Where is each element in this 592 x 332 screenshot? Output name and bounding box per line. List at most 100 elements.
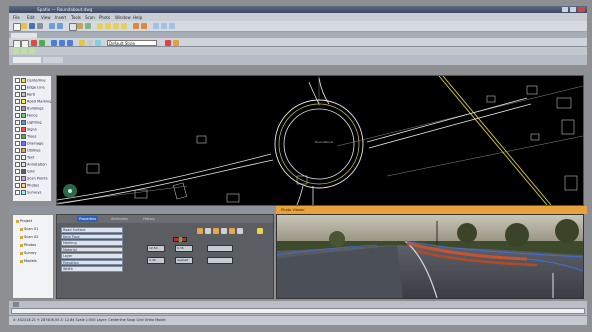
tree-item[interactable]: Models <box>20 259 37 263</box>
maximize-icon[interactable] <box>570 7 576 12</box>
prop-tool-4-icon[interactable] <box>221 228 227 234</box>
property-row[interactable]: Kerb Type <box>61 233 123 239</box>
layer-color-swatch[interactable] <box>21 113 26 118</box>
pan-icon[interactable] <box>77 23 83 29</box>
prop-tool-1-icon[interactable] <box>197 228 203 234</box>
property-field-1[interactable]: 12.50 <box>147 245 165 252</box>
snap-icon[interactable] <box>51 40 57 46</box>
photo-icon[interactable] <box>169 23 175 29</box>
prop-tool-5-icon[interactable] <box>229 228 235 234</box>
property-row[interactable]: Width <box>61 266 123 272</box>
layer-color-swatch[interactable] <box>21 85 26 90</box>
layer-row[interactable]: Edge Line <box>15 85 51 90</box>
close-icon[interactable] <box>578 7 585 12</box>
layer-color-swatch[interactable] <box>21 162 26 167</box>
layer-row[interactable]: Road Markings <box>15 99 51 104</box>
layer-toggle-icon[interactable] <box>79 40 85 46</box>
property-row[interactable]: Road Surface <box>61 227 123 233</box>
open-icon[interactable] <box>21 23 27 29</box>
layer-visibility-checkbox[interactable] <box>15 169 20 174</box>
text-tool-icon[interactable] <box>133 23 139 29</box>
layer-color-swatch[interactable] <box>21 78 26 83</box>
layer-color-swatch[interactable] <box>21 176 26 181</box>
layer-color-swatch[interactable] <box>21 92 26 97</box>
layer-visibility-checkbox[interactable] <box>15 148 20 153</box>
tab-model[interactable] <box>13 57 41 63</box>
property-row[interactable]: Marking <box>61 240 123 246</box>
menu-item-help[interactable]: Help <box>133 15 142 20</box>
flag-icon[interactable] <box>165 40 171 46</box>
property-field-4[interactable]: Asphalt <box>175 257 193 264</box>
property-field-3[interactable]: 2.40 <box>147 257 165 264</box>
tree-item[interactable]: Photos <box>20 243 36 247</box>
menu-item-file[interactable]: File <box>13 15 20 20</box>
layer-visibility-checkbox[interactable] <box>15 99 20 104</box>
layer-row[interactable]: Fence <box>15 113 51 118</box>
layer-color-swatch[interactable] <box>21 127 26 132</box>
tree-item[interactable]: Project <box>16 219 32 223</box>
layer-color-swatch[interactable] <box>21 183 26 188</box>
select-icon[interactable] <box>69 23 77 31</box>
layer-row[interactable]: Grid <box>15 169 51 174</box>
layer-row[interactable]: Utilities <box>15 148 51 153</box>
layer-visibility-checkbox[interactable] <box>15 162 20 167</box>
layer-visibility-checkbox[interactable] <box>15 127 20 132</box>
menu-item-photo[interactable]: Photo <box>99 15 110 20</box>
new-icon[interactable] <box>13 23 21 31</box>
layer-row[interactable]: Centerline <box>15 78 51 83</box>
layer-row[interactable]: Photos <box>15 183 51 188</box>
zoom-icon[interactable] <box>85 23 91 29</box>
tab-attributes[interactable]: Attributes <box>109 216 130 222</box>
layer-visibility-checkbox[interactable] <box>15 85 20 90</box>
layer-row[interactable]: Scan Points <box>15 176 51 181</box>
prop-tool-6-icon[interactable] <box>237 228 243 234</box>
arc-tool-icon[interactable] <box>113 23 119 29</box>
layer-row[interactable]: Drainage <box>15 141 51 146</box>
layer-color-swatch[interactable] <box>21 190 26 195</box>
layer-row[interactable]: Signs <box>15 127 51 132</box>
layer-row[interactable]: Kerb <box>15 92 51 97</box>
grid-icon[interactable] <box>59 40 65 46</box>
prop-tool-3-icon[interactable] <box>213 228 219 234</box>
layer-color-swatch[interactable] <box>21 169 26 174</box>
fill-icon[interactable] <box>39 40 45 46</box>
layer-visibility-checkbox[interactable] <box>15 106 20 111</box>
layer-color-swatch[interactable] <box>21 155 26 160</box>
lock-icon[interactable] <box>87 40 93 46</box>
layer-row[interactable]: Trees <box>15 134 51 139</box>
view-front-icon[interactable] <box>21 48 27 54</box>
property-field-2[interactable]: 0.35 <box>175 245 193 252</box>
prop-tool-2-icon[interactable] <box>205 228 211 234</box>
tab-layout[interactable] <box>43 57 63 63</box>
view-top-icon[interactable] <box>13 48 19 54</box>
layer-color-swatch[interactable] <box>21 141 26 146</box>
circle-tool-icon[interactable] <box>121 23 127 29</box>
photo-viewer[interactable] <box>276 214 584 299</box>
property-row[interactable]: Layer <box>61 253 123 259</box>
layer-visibility-checkbox[interactable] <box>15 120 20 125</box>
command-line[interactable] <box>11 308 585 314</box>
menu-item-edit[interactable]: Edit <box>27 15 35 20</box>
menu-item-view[interactable]: View <box>41 15 51 20</box>
tab-properties[interactable]: Properties <box>77 216 99 222</box>
menu-item-insert[interactable]: Insert <box>55 15 66 20</box>
property-field-5[interactable] <box>207 245 233 252</box>
save-icon[interactable] <box>29 23 35 29</box>
layer-visibility-checkbox[interactable] <box>15 190 20 195</box>
menu-item-scan[interactable]: Scan <box>85 15 95 20</box>
layer-row[interactable]: Lighting <box>15 120 51 125</box>
layer-visibility-checkbox[interactable] <box>15 78 20 83</box>
layer-color-swatch[interactable] <box>21 120 26 125</box>
style-dropdown[interactable]: Default Style <box>107 39 157 46</box>
layer-color-swatch[interactable] <box>21 134 26 139</box>
layer-row[interactable]: Annotation <box>15 162 51 167</box>
layer-row[interactable]: Surveys <box>15 190 51 195</box>
property-row[interactable]: Material <box>61 246 123 252</box>
color-icon[interactable] <box>31 40 37 46</box>
ortho-icon[interactable] <box>67 40 73 46</box>
property-row[interactable]: Elevation <box>61 259 123 265</box>
layer-row[interactable]: Buildings <box>15 106 51 111</box>
layer-icon[interactable] <box>153 23 159 29</box>
property-field-6[interactable] <box>207 257 233 264</box>
layer-visibility-checkbox[interactable] <box>15 141 20 146</box>
